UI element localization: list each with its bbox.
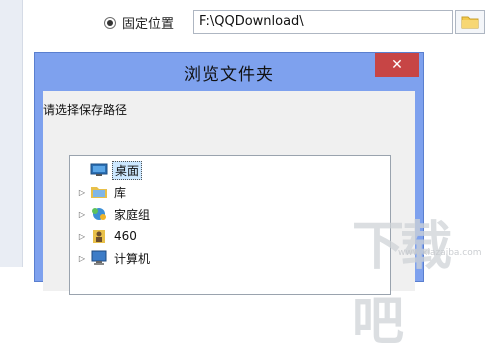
tree-item-computer[interactable]: ▷ 计算机 bbox=[78, 248, 152, 268]
user-folder-icon bbox=[90, 228, 108, 244]
close-button[interactable]: ✕ bbox=[375, 53, 419, 77]
expand-arrow-icon[interactable]: ▷ bbox=[78, 188, 86, 197]
desktop-icon bbox=[90, 162, 108, 178]
tree-item-desktop[interactable]: 桌面 bbox=[78, 160, 143, 180]
computer-icon bbox=[90, 250, 108, 266]
library-icon bbox=[90, 184, 108, 200]
tree-label: 460 bbox=[114, 229, 137, 243]
tree-item-homegroup[interactable]: ▷ 家庭组 bbox=[78, 204, 152, 224]
dialog-titlebar[interactable]: 浏览文件夹 ✕ bbox=[35, 53, 423, 91]
tree-item-460[interactable]: ▷ 460 bbox=[78, 226, 139, 246]
expand-arrow-icon[interactable]: ▷ bbox=[78, 210, 86, 219]
left-panel-strip bbox=[0, 0, 23, 267]
folder-tree[interactable]: 桌面 ▷ 库 ▷ 家庭组 ▷ 460 ▷ 计算机 bbox=[69, 155, 391, 295]
browse-folder-button[interactable] bbox=[455, 10, 485, 34]
download-path-input[interactable]: F:\QQDownload\ bbox=[193, 10, 453, 34]
tree-item-library[interactable]: ▷ 库 bbox=[78, 182, 128, 202]
folder-icon bbox=[461, 16, 479, 29]
fixed-location-label: 固定位置 bbox=[122, 17, 175, 32]
expand-arrow-icon[interactable]: ▷ bbox=[78, 254, 86, 263]
dialog-title: 浏览文件夹 bbox=[184, 65, 274, 85]
homegroup-icon bbox=[90, 206, 108, 222]
tree-label: 桌面 bbox=[112, 160, 143, 180]
tree-label: 库 bbox=[114, 185, 127, 200]
dialog-prompt: 请选择保存路径 bbox=[43, 103, 128, 117]
watermark-url: www.xiazaiba.com bbox=[398, 248, 482, 258]
tree-label: 计算机 bbox=[114, 251, 151, 266]
fixed-location-option[interactable]: 固定位置 bbox=[104, 13, 174, 32]
close-icon: ✕ bbox=[391, 57, 403, 73]
expand-arrow-icon[interactable]: ▷ bbox=[78, 232, 86, 241]
watermark-logo: 下载吧 bbox=[352, 217, 452, 352]
fixed-location-radio[interactable] bbox=[104, 16, 116, 29]
tree-label: 家庭组 bbox=[114, 207, 151, 222]
